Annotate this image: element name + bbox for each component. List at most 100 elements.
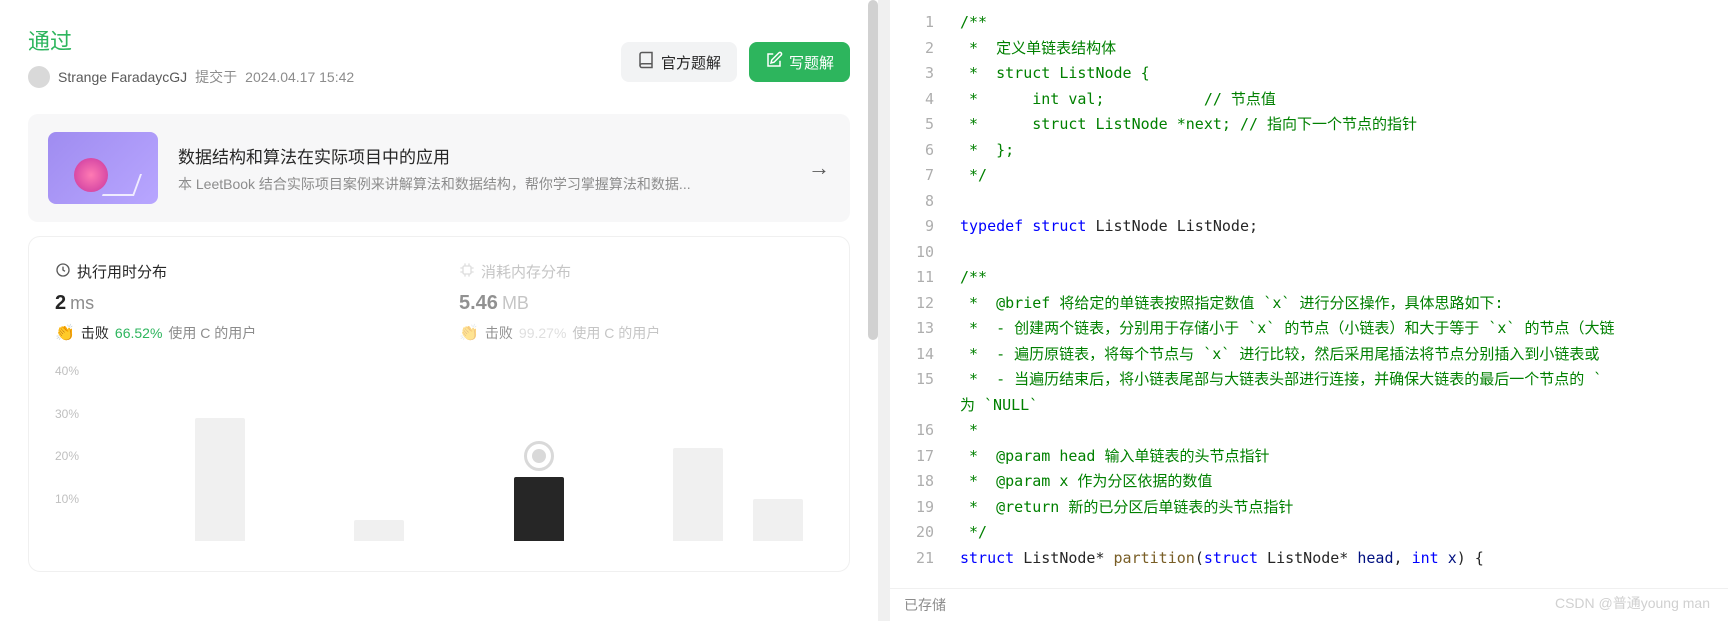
line-number: 1 — [890, 10, 960, 36]
y-tick: 20% — [55, 449, 79, 463]
write-solution-label: 写题解 — [789, 52, 834, 73]
code-line[interactable]: 1/** — [890, 10, 1728, 36]
code-line[interactable]: 10 — [890, 240, 1728, 266]
code-line[interactable]: 3 * struct ListNode { — [890, 61, 1728, 87]
arrow-right-icon: → — [808, 155, 830, 181]
line-number: 7 — [890, 163, 960, 189]
code-line[interactable]: 14 * - 遍历原链表，将每个节点与 `x` 进行比较，然后采用尾插法将节点分… — [890, 342, 1728, 368]
clap-icon: 👏 — [55, 323, 75, 343]
code-line[interactable]: 21struct ListNode* partition(struct List… — [890, 546, 1728, 572]
code-content: * }; — [960, 138, 1728, 164]
code-content — [960, 189, 1728, 215]
user-marker-icon — [524, 441, 554, 471]
code-content: typedef struct ListNode ListNode; — [960, 214, 1728, 240]
line-number — [890, 393, 960, 419]
code-line[interactable]: 为 `NULL` — [890, 393, 1728, 419]
code-content: * struct ListNode *next; // 指向下一个节点的指针 — [960, 112, 1728, 138]
submit-time: 2024.04.17 15:42 — [245, 69, 354, 85]
promo-thumbnail — [48, 132, 158, 204]
scrollbar[interactable] — [868, 0, 878, 340]
y-tick: 40% — [55, 364, 79, 378]
clock-icon — [55, 262, 71, 282]
code-content: * 定义单链表结构体 — [960, 36, 1728, 62]
promo-card[interactable]: 数据结构和算法在实际项目中的应用 本 LeetBook 结合实际项目案例来讲解算… — [28, 114, 850, 222]
code-content: */ — [960, 520, 1728, 546]
line-number: 3 — [890, 61, 960, 87]
runtime-pct: 66.52% — [115, 325, 162, 341]
code-content: * - 创建两个链表，分别用于存储小于 `x` 的节点（小链表）和大于等于 `x… — [960, 316, 1728, 342]
chart-bar[interactable] — [673, 448, 723, 542]
avatar[interactable] — [28, 66, 50, 88]
chart-bar[interactable] — [753, 499, 803, 542]
submit-label: 提交于 — [195, 67, 237, 87]
code-line[interactable]: 6 * }; — [890, 138, 1728, 164]
code-line[interactable]: 15 * - 当遍历结束后，将小链表尾部与大链表头部进行连接，并确保大链表的最后… — [890, 367, 1728, 393]
runtime-block[interactable]: 执行用时分布 2ms 👏 击败 66.52% 使用 C 的用户 — [55, 261, 419, 343]
code-line[interactable]: 4 * int val; // 节点值 — [890, 87, 1728, 113]
line-number: 8 — [890, 189, 960, 215]
line-number: 10 — [890, 240, 960, 266]
line-number: 21 — [890, 546, 960, 572]
runtime-title: 执行用时分布 — [77, 261, 167, 282]
code-line[interactable]: 9typedef struct ListNode ListNode; — [890, 214, 1728, 240]
code-content: * — [960, 418, 1728, 444]
code-content — [960, 240, 1728, 266]
code-content: /** — [960, 10, 1728, 36]
code-content: */ — [960, 163, 1728, 189]
code-panel: 1/**2 * 定义单链表结构体3 * struct ListNode {4 *… — [890, 0, 1728, 621]
line-number: 13 — [890, 316, 960, 342]
line-number: 2 — [890, 36, 960, 62]
code-line[interactable]: 16 * — [890, 418, 1728, 444]
line-number: 4 — [890, 87, 960, 113]
memory-pct: 99.27% — [519, 325, 566, 341]
code-content: * @brief 将给定的单链表按照指定数值 `x` 进行分区操作，具体思路如下… — [960, 291, 1728, 317]
code-line[interactable]: 13 * - 创建两个链表，分别用于存储小于 `x` 的节点（小链表）和大于等于… — [890, 316, 1728, 342]
memory-unit: MB — [502, 293, 529, 313]
edit-icon — [765, 51, 783, 73]
code-editor[interactable]: 1/**2 * 定义单链表结构体3 * struct ListNode {4 *… — [890, 0, 1728, 588]
promo-title: 数据结构和算法在实际项目中的应用 — [178, 143, 788, 168]
code-content: * @param x 作为分区依据的数值 — [960, 469, 1728, 495]
memory-block[interactable]: 消耗内存分布 5.46MB 👏 击败 99.27% 使用 C 的用户 — [459, 261, 823, 343]
code-line[interactable]: 8 — [890, 189, 1728, 215]
line-number: 6 — [890, 138, 960, 164]
chip-icon — [459, 262, 475, 282]
code-content: * int val; // 节点值 — [960, 87, 1728, 113]
submission-panel: 通过 Strange FaradaycGJ 提交于 2024.04.17 15:… — [0, 0, 890, 621]
chart-bar[interactable] — [354, 520, 404, 541]
user-name[interactable]: Strange FaradaycGJ — [58, 69, 187, 85]
watermark: CSDN @普通young man — [1555, 593, 1710, 613]
line-number: 15 — [890, 367, 960, 393]
line-number: 14 — [890, 342, 960, 368]
beat-label-mem: 击败 — [485, 323, 513, 343]
memory-value: 5.46 — [459, 292, 498, 314]
code-line[interactable]: 7 */ — [890, 163, 1728, 189]
official-solution-label: 官方题解 — [661, 52, 721, 73]
line-number: 11 — [890, 265, 960, 291]
submission-header: 通过 Strange FaradaycGJ 提交于 2024.04.17 15:… — [0, 0, 878, 100]
code-content: * @return 新的已分区后单链表的头节点指针 — [960, 495, 1728, 521]
code-line[interactable]: 11/** — [890, 265, 1728, 291]
line-number: 12 — [890, 291, 960, 317]
line-number: 19 — [890, 495, 960, 521]
code-line[interactable]: 17 * @param head 输入单链表的头节点指针 — [890, 444, 1728, 470]
code-content: struct ListNode* partition(struct ListNo… — [960, 546, 1728, 572]
code-line[interactable]: 12 * @brief 将给定的单链表按照指定数值 `x` 进行分区操作，具体思… — [890, 291, 1728, 317]
stats-card: 执行用时分布 2ms 👏 击败 66.52% 使用 C 的用户 消耗内存 — [28, 236, 850, 572]
code-content: /** — [960, 265, 1728, 291]
chart-bar[interactable] — [195, 418, 245, 541]
code-line[interactable]: 18 * @param x 作为分区依据的数值 — [890, 469, 1728, 495]
promo-desc: 本 LeetBook 结合实际项目案例来讲解算法和数据结构，帮你学习掌握算法和数… — [178, 174, 718, 194]
runtime-value: 2 — [55, 292, 66, 314]
code-line[interactable]: 19 * @return 新的已分区后单链表的头节点指针 — [890, 495, 1728, 521]
code-content: * struct ListNode { — [960, 61, 1728, 87]
official-solution-button[interactable]: 官方题解 — [621, 42, 737, 82]
chart-bar[interactable] — [514, 477, 564, 541]
code-line[interactable]: 5 * struct ListNode *next; // 指向下一个节点的指针 — [890, 112, 1728, 138]
code-content: * @param head 输入单链表的头节点指针 — [960, 444, 1728, 470]
runtime-unit: ms — [70, 293, 94, 313]
code-line[interactable]: 2 * 定义单链表结构体 — [890, 36, 1728, 62]
beat-label: 击败 — [81, 323, 109, 343]
code-line[interactable]: 20 */ — [890, 520, 1728, 546]
write-solution-button[interactable]: 写题解 — [749, 42, 850, 82]
